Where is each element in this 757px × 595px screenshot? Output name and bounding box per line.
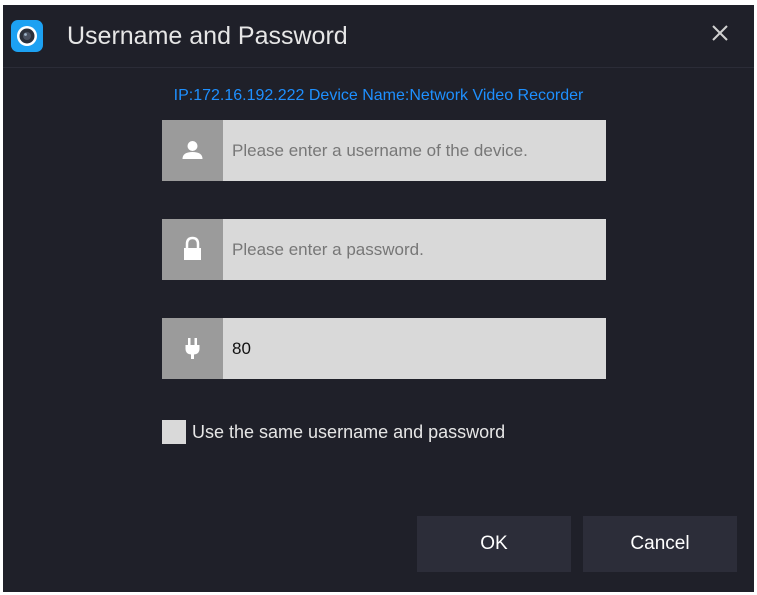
username-field: [162, 120, 606, 181]
password-field: [162, 219, 606, 280]
dialog-title: Username and Password: [67, 22, 348, 50]
port-field: [162, 318, 606, 379]
close-icon[interactable]: [703, 17, 737, 51]
device-info: IP:172.16.192.222 Device Name:Network Vi…: [173, 87, 584, 104]
same-credentials-checkbox[interactable]: [162, 420, 186, 444]
same-credentials-label: Use the same username and password: [192, 422, 506, 442]
plug-icon: [162, 318, 223, 379]
ok-button[interactable]: OK: [417, 516, 571, 572]
port-input[interactable]: [223, 318, 606, 379]
lock-icon: [162, 219, 223, 280]
user-icon: [162, 120, 223, 181]
title-bar: Username and Password: [3, 5, 754, 68]
username-input[interactable]: [223, 120, 606, 181]
cancel-button[interactable]: Cancel: [583, 516, 737, 572]
camera-icon: [11, 20, 43, 52]
login-dialog: Username and Password IP:172.16.192.222 …: [3, 5, 754, 592]
password-input[interactable]: [223, 219, 606, 280]
